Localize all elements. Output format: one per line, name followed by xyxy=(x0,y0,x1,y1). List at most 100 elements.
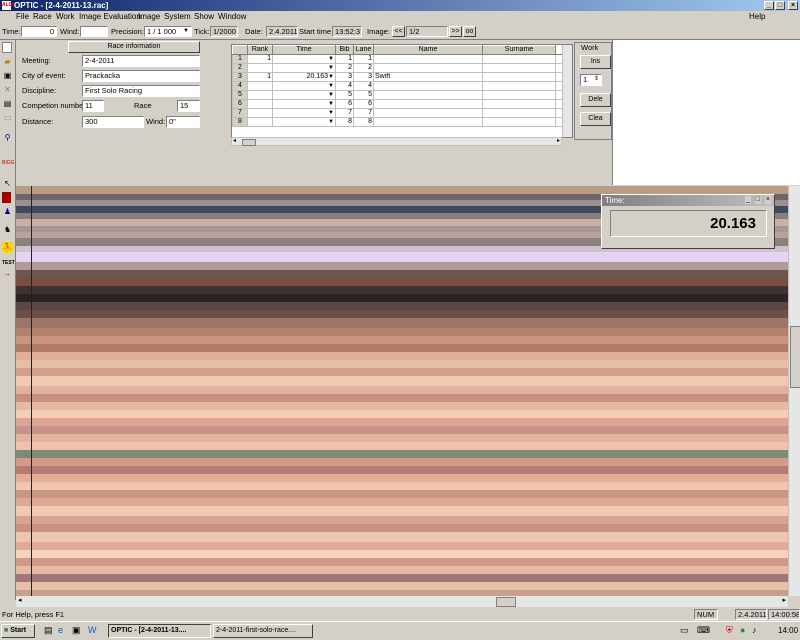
prev-image-button[interactable]: << xyxy=(392,26,405,37)
col-header-rank[interactable]: Rank xyxy=(247,45,273,55)
insert-button[interactable]: Ins xyxy=(580,55,611,69)
menu-show[interactable]: Show xyxy=(194,12,214,22)
wind-field[interactable] xyxy=(80,26,108,37)
tray-network-icon[interactable]: ▭ xyxy=(680,625,689,636)
race-info-header[interactable]: Race information xyxy=(68,41,200,53)
group-icon[interactable]: ♟ xyxy=(2,206,13,217)
quicklaunch-word-icon[interactable]: W xyxy=(88,625,97,635)
menu-image-evaluation[interactable]: Image Evaluation xyxy=(79,12,141,22)
chevron-down-icon[interactable]: ▼ xyxy=(328,110,334,117)
col-header-surname[interactable]: Surname xyxy=(482,45,556,55)
time-window-titlebar[interactable]: Time: × □ _ xyxy=(602,195,774,206)
start-button[interactable]: ■ Start xyxy=(1,624,35,638)
meeting-field[interactable]: 2-4-2011 xyxy=(82,55,200,67)
competition-number-field[interactable]: 11 xyxy=(82,100,104,112)
tray-volume-icon[interactable]: ♪ xyxy=(752,625,757,635)
results-grid[interactable]: Rank Time Bib Lane Name Surname 1 1 ▼ 1 1 2 ▼… xyxy=(231,44,573,138)
tray-keyboard-icon[interactable]: ⌨ xyxy=(697,625,710,636)
table-row[interactable]: 2 ▼ 2 2 xyxy=(232,63,569,73)
scroll-thumb[interactable] xyxy=(790,326,800,388)
precision-label: Precision: xyxy=(111,27,144,36)
race-number-field[interactable]: 15 xyxy=(177,100,200,112)
quicklaunch-ie-icon[interactable]: e xyxy=(58,625,63,635)
col-header-bib[interactable]: Bib xyxy=(335,45,354,55)
image-stripe xyxy=(16,278,788,286)
close-icon[interactable]: × xyxy=(764,196,771,204)
scroll-right-icon[interactable]: ▸ xyxy=(782,596,786,604)
time-field[interactable]: 0 xyxy=(21,26,57,37)
menu-window[interactable]: Window xyxy=(218,12,246,22)
chevron-down-icon[interactable]: ▼ xyxy=(328,92,334,99)
chevron-down-icon[interactable]: ▼ xyxy=(328,101,334,108)
image-vertical-scrollbar[interactable] xyxy=(788,186,800,596)
delete-icon[interactable]: ✕ xyxy=(2,84,13,95)
table-row[interactable]: 8 ▼ 8 8 xyxy=(232,117,569,127)
arrow-icon[interactable]: → xyxy=(2,268,13,279)
time-window[interactable]: Time: × □ _ 20.163 xyxy=(601,194,775,249)
tray-security-icon[interactable]: ⛨ xyxy=(726,625,733,636)
table-row[interactable]: 3 1 20.163 ▼ 3 3 Swift xyxy=(232,72,569,82)
quicklaunch-folder-icon[interactable]: ▣ xyxy=(72,625,81,636)
table-row[interactable]: 4 ▼ 4 4 xyxy=(232,81,569,91)
scroll-left-icon[interactable]: ◂ xyxy=(18,596,22,604)
print-icon[interactable]: ▤ xyxy=(2,98,13,109)
red-marker-icon[interactable] xyxy=(2,192,11,203)
spinner-arrows-icon[interactable]: ⇕ xyxy=(594,75,599,84)
discipline-field[interactable]: First Solo Racing xyxy=(82,85,200,97)
work-spinner[interactable]: 1 ⇕ xyxy=(580,74,602,86)
print-preview-icon[interactable]: ▭ xyxy=(2,112,13,123)
grid-vertical-scrollbar[interactable] xyxy=(562,45,572,137)
horse-icon[interactable]: ♞ xyxy=(2,224,13,235)
quicklaunch-explorer-icon[interactable]: ▤ xyxy=(44,625,53,636)
task-optic[interactable]: OPTIC - [2-4-2011-13.... xyxy=(108,624,211,638)
link-button[interactable]: oo xyxy=(463,26,476,37)
menu-work[interactable]: Work xyxy=(56,12,75,22)
new-icon[interactable] xyxy=(2,42,12,53)
col-header-time[interactable]: Time xyxy=(272,45,336,55)
delete-button[interactable]: Dele xyxy=(580,93,611,107)
chevron-down-icon[interactable]: ▼ xyxy=(328,74,334,81)
distance-field[interactable]: 300 xyxy=(82,116,144,128)
menu-system[interactable]: System xyxy=(164,12,191,22)
chevron-down-icon[interactable]: ▼ xyxy=(328,119,334,126)
col-header-name[interactable]: Name xyxy=(373,45,483,55)
table-row[interactable]: 6 ▼ 6 6 xyxy=(232,99,569,109)
menu-race[interactable]: Race xyxy=(33,12,52,22)
menu-file[interactable]: File xyxy=(16,12,29,22)
minimize-icon[interactable]: _ xyxy=(745,196,751,204)
chevron-down-icon[interactable]: ▼ xyxy=(328,56,334,63)
minimize-button[interactable]: _ xyxy=(764,1,774,10)
grid-horizontal-scrollbar[interactable]: ◂ ▸ xyxy=(231,137,562,146)
chevron-down-icon[interactable]: ▼ xyxy=(328,65,334,72)
menu-help[interactable]: Help xyxy=(749,12,765,22)
table-row[interactable]: 7 ▼ 7 7 xyxy=(232,108,569,118)
scroll-thumb[interactable] xyxy=(496,597,516,607)
scroll-left-icon[interactable]: ◂ xyxy=(233,137,236,144)
save-icon[interactable]: ▣ xyxy=(2,70,13,81)
bigg-icon[interactable]: BIGG xyxy=(2,158,15,169)
tray-status-icon[interactable]: ● xyxy=(740,625,745,635)
close-button[interactable]: × xyxy=(788,1,798,10)
pointer-icon[interactable]: ↖ xyxy=(2,178,13,189)
city-field[interactable]: Prackacka xyxy=(82,70,200,82)
col-header-lane[interactable]: Lane xyxy=(353,45,374,55)
clear-button[interactable]: Clea xyxy=(580,112,611,126)
runner-icon[interactable]: ⛹ xyxy=(2,242,13,253)
scroll-right-icon[interactable]: ▸ xyxy=(557,137,560,144)
race-wind-field[interactable]: 0" xyxy=(166,116,200,128)
maximize-button[interactable]: □ xyxy=(775,1,785,10)
precision-select[interactable]: 1 / 1 000 ▼ xyxy=(144,26,192,37)
open-icon[interactable]: ▰ xyxy=(2,56,13,67)
task-image-file[interactable]: 2-4-2011-first-solo-race.... xyxy=(213,624,313,638)
zoom-icon[interactable]: ⚲ xyxy=(2,132,13,143)
table-row[interactable]: 5 ▼ 5 5 xyxy=(232,90,569,100)
table-row[interactable]: 1 1 ▼ 1 1 xyxy=(232,54,569,64)
maximize-icon[interactable]: □ xyxy=(754,196,761,204)
scroll-thumb[interactable] xyxy=(242,139,256,146)
menu-image[interactable]: Image xyxy=(138,12,160,22)
image-stripe xyxy=(16,344,788,352)
image-horizontal-scrollbar[interactable]: ◂ ▸ xyxy=(16,596,788,607)
chevron-down-icon[interactable]: ▼ xyxy=(328,83,334,90)
next-image-button[interactable]: >> xyxy=(449,26,462,37)
image-stripe xyxy=(16,336,788,344)
